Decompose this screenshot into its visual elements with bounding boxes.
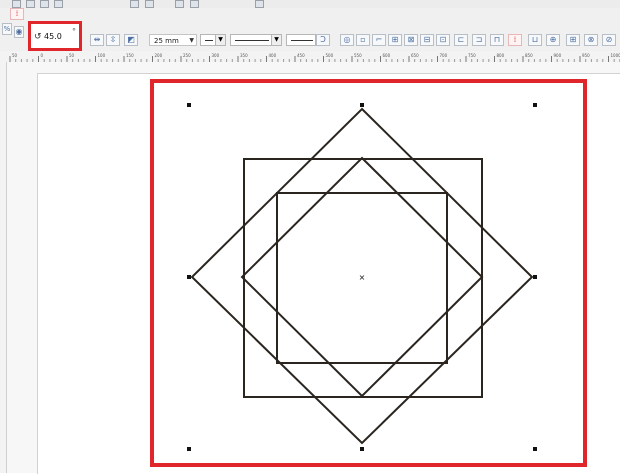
- selection-highlight: [150, 79, 587, 467]
